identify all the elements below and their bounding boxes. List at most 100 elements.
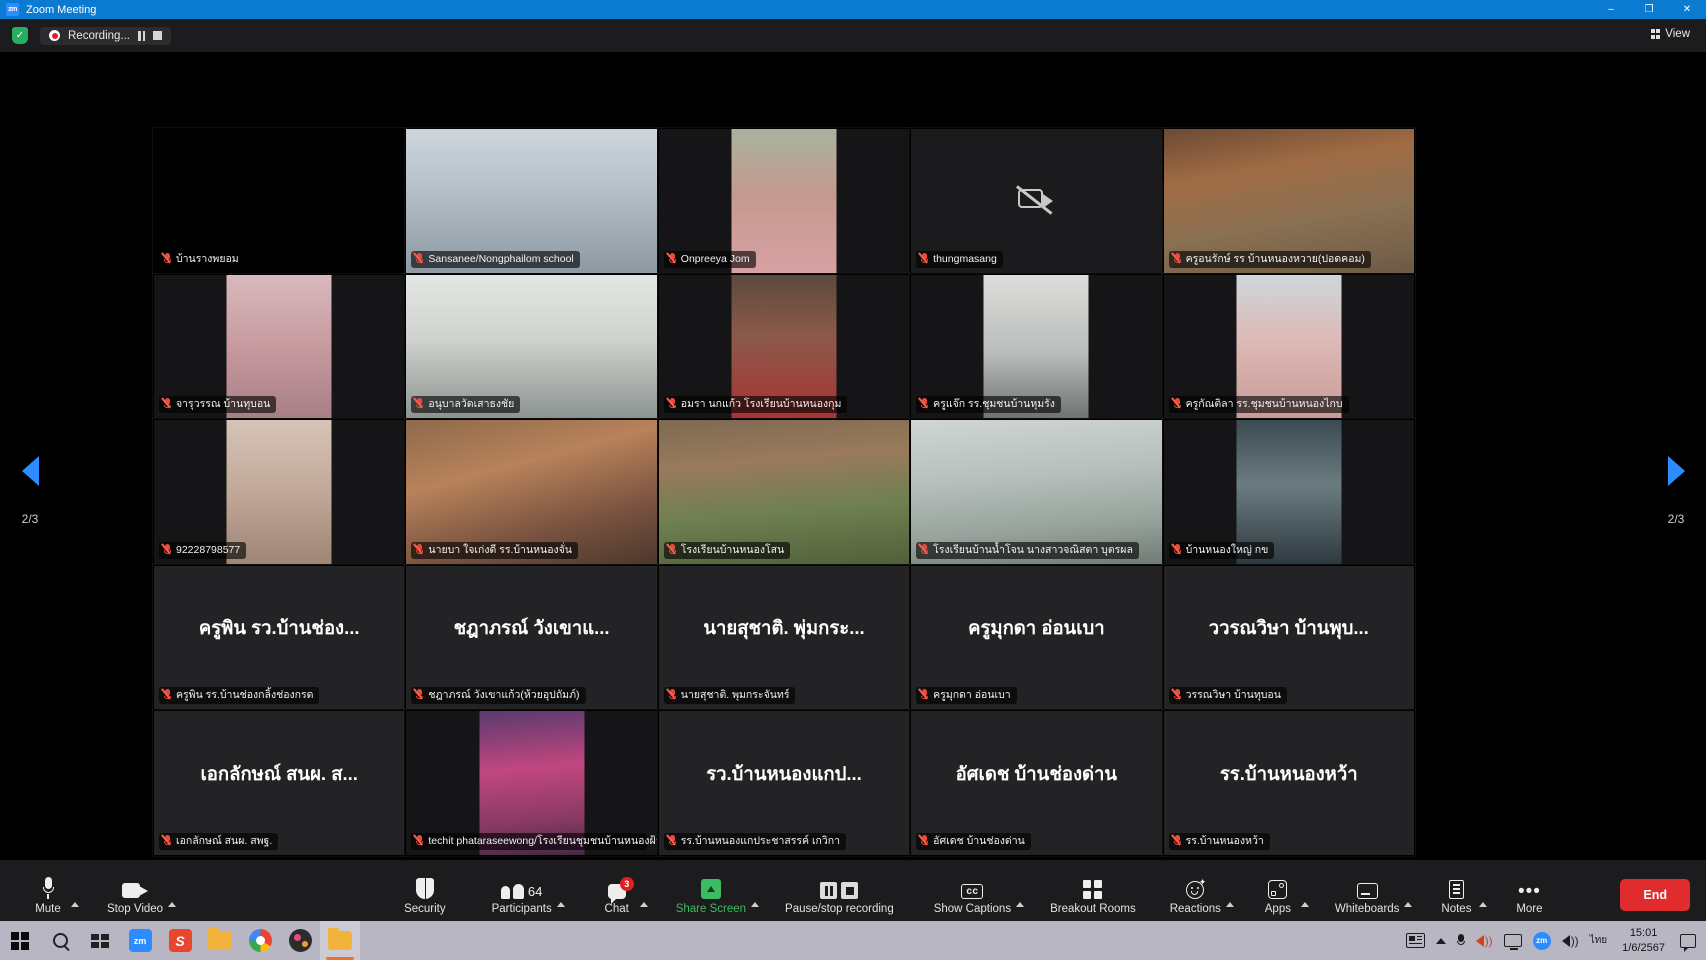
clock[interactable]: 15:01 1/6/2567 xyxy=(1622,926,1665,955)
language-indicator[interactable]: ไทย xyxy=(1590,933,1607,948)
security-button[interactable]: Security xyxy=(396,867,454,923)
windows-start-icon[interactable] xyxy=(0,921,40,960)
participant-name: โรงเรียนบ้านหนองโสน xyxy=(680,543,785,556)
taskbar-folder-active-icon[interactable] xyxy=(320,921,360,960)
end-meeting-button[interactable]: End xyxy=(1620,879,1690,911)
participant-tile[interactable]: จารุวรรณ บ้านทุบอน xyxy=(151,272,407,421)
taskbar-chrome-icon[interactable] xyxy=(240,921,280,960)
share-screen-button[interactable]: Share Screen xyxy=(668,867,754,923)
view-button[interactable]: View xyxy=(1645,26,1696,42)
participant-tile[interactable]: บ้านรางพยอม xyxy=(151,127,407,275)
participant-name-badge: อมรา นกแก้ว โรงเรียนบ้านหนองกุม xyxy=(663,396,848,414)
participant-tile[interactable]: นายสุชาติ. พุ่มกระ... นายสุชาติ. พุมกระจั… xyxy=(656,563,912,712)
notification-icon[interactable] xyxy=(1680,933,1696,952)
mute-button[interactable]: Mute xyxy=(22,867,74,923)
shield-check-icon[interactable]: ✓ xyxy=(12,27,28,44)
participant-tile[interactable]: Sansanee/Nongphailom school xyxy=(404,127,659,275)
chat-button[interactable]: 3 Chat xyxy=(591,867,643,923)
reactions-button[interactable]: ✦ Reactions xyxy=(1162,867,1229,923)
participants-button[interactable]: 64 Participants xyxy=(484,867,560,923)
share-chevron-icon[interactable] xyxy=(751,901,760,907)
participant-tile[interactable]: โรงเรียนบ้านหนองโสน xyxy=(656,418,912,566)
whiteboards-button[interactable]: Whiteboards xyxy=(1327,867,1408,923)
participant-tile[interactable]: รว.บ้านหนองแกป... รร.บ้านหนองแกประชาสรรค์… xyxy=(656,709,912,857)
captions-chevron-icon[interactable] xyxy=(1016,901,1025,907)
participant-tile[interactable]: นายบา ใจเก่งดี รร.บ้านหนองจั่น xyxy=(404,418,659,566)
close-button[interactable]: ✕ xyxy=(1668,0,1706,19)
mic-muted-icon xyxy=(413,834,424,847)
apps-chevron-icon[interactable] xyxy=(1300,901,1309,907)
chevron-right-icon[interactable] xyxy=(1667,456,1685,486)
taskbar-file-explorer-icon[interactable] xyxy=(200,921,240,960)
mic-muted-icon xyxy=(666,688,677,701)
participant-tile[interactable]: โรงเรียนบ้านน้ำโจน นางสาวจณิสตา บุตรผล xyxy=(909,418,1164,566)
stop-icon[interactable] xyxy=(153,31,163,40)
participant-tile[interactable]: บ้านหนองใหญ่ กข xyxy=(1161,418,1416,566)
chevron-left-icon[interactable] xyxy=(21,456,39,486)
participant-display-name: อัศเดช บ้านช่องด่าน xyxy=(955,763,1118,785)
chevron-up-icon[interactable] xyxy=(1435,937,1446,944)
zoom-tray-icon[interactable]: zm xyxy=(1532,931,1551,950)
participant-name: Sansanee/Nongphailom school xyxy=(428,252,574,265)
participant-name-badge: ครูอนรักษ์ รร บ้านหนองหวาย(ปอดคอม) xyxy=(1168,250,1371,268)
participant-tile[interactable]: อมรา นกแก้ว โรงเรียนบ้านหนองกุม xyxy=(656,272,912,421)
participant-tile[interactable]: Onpreeya Jom xyxy=(656,127,912,275)
stop-icon[interactable] xyxy=(841,882,859,899)
participant-tile[interactable]: อัศเดช บ้านช่องด่าน อัศเดช บ้านช่องด่าน xyxy=(909,709,1164,857)
participant-name-badge: โรงเรียนบ้านหนองโสน xyxy=(663,541,791,559)
participant-tile[interactable]: thungmasang xyxy=(909,127,1164,275)
participant-name-badge: อนุบาลวัดเสาธงชัย xyxy=(411,396,521,414)
notes-chevron-icon[interactable] xyxy=(1479,901,1488,907)
taskbar-media-app-icon[interactable] xyxy=(280,921,320,960)
participant-tile[interactable]: เอกลักษณ์ สนผ. ส... เอกลักษณ์ สนผ. สพฐ. xyxy=(151,709,407,857)
search-icon[interactable] xyxy=(40,921,80,960)
speaker-active-icon[interactable]: )) xyxy=(1475,934,1493,948)
mic-muted-icon xyxy=(666,251,677,265)
maximize-button[interactable]: ❐ xyxy=(1630,0,1668,19)
video-options-chevron-icon[interactable] xyxy=(168,901,177,907)
pause-icon[interactable] xyxy=(820,882,838,899)
pause-stop-recording-button[interactable]: Pause/stop recording xyxy=(777,867,902,923)
more-button[interactable]: ••• More xyxy=(1503,867,1555,923)
breakout-rooms-button[interactable]: Breakout Rooms xyxy=(1042,867,1144,923)
task-view-icon[interactable] xyxy=(80,921,120,960)
display-icon[interactable] xyxy=(1503,934,1522,950)
participant-tile[interactable]: ครูแจ๊ก รร.ชุมชนบ้านหุมรัง xyxy=(909,272,1164,421)
taskbar-zoom-icon[interactable]: zm xyxy=(120,921,160,960)
participant-tile[interactable]: รร.บ้านหนองหว้า รร.บ้านหนองหว้า xyxy=(1161,709,1416,857)
taskbar-s-app-icon[interactable]: S xyxy=(160,921,200,960)
participant-tile[interactable]: techit phataraseewong/โรงเรียนชุมชนบ้านห… xyxy=(404,709,659,857)
participant-name: อมรา นกแก้ว โรงเรียนบ้านหนองกุม xyxy=(680,398,842,411)
participant-tile[interactable]: ครูกัณติลา รร.ชุมชนบ้านหนองไกบ xyxy=(1161,272,1416,421)
participant-tile[interactable]: ครูมุกดา อ่อนเบา ครูมุกดา อ่อนเบา xyxy=(909,563,1164,712)
participant-tile[interactable]: ครูพิน รว.บ้านช่อง... ครูพิน รร.บ้านช่องก… xyxy=(151,563,407,712)
reactions-chevron-icon[interactable] xyxy=(1225,901,1234,907)
audio-options-chevron-icon[interactable] xyxy=(71,901,79,907)
participant-name-badge: ครูแจ๊ก รร.ชุมชนบ้านหุมรัง xyxy=(916,396,1061,414)
minimize-button[interactable]: – xyxy=(1592,0,1630,19)
mic-muted-icon xyxy=(666,834,677,847)
participant-display-name: ชฎาภรณ์ วังเขาแ... xyxy=(453,617,610,639)
participant-tile[interactable]: ววรณวิษา บ้านพุบ... วรรณวิษา บ้านทุบอน xyxy=(1161,563,1416,712)
volume-icon[interactable]: )) xyxy=(1561,934,1579,948)
participant-display-name: นายสุชาติ. พุ่มกระ... xyxy=(703,617,865,639)
microphone-icon[interactable] xyxy=(1456,933,1465,948)
participant-tile[interactable]: ชฎาภรณ์ วังเขาแ... ชฎาภรณ์ วังเขาแก้ว(ห้ว… xyxy=(404,563,659,712)
notes-button[interactable]: Notes xyxy=(1430,867,1482,923)
previous-page-control[interactable]: 2/3 xyxy=(0,52,60,930)
pause-icon[interactable] xyxy=(138,30,146,41)
apps-button[interactable]: Apps xyxy=(1252,867,1304,923)
stop-video-button[interactable]: Stop Video xyxy=(99,867,171,923)
show-captions-button[interactable]: cc Show Captions xyxy=(926,867,1019,923)
participant-tile[interactable]: 92228798577 xyxy=(151,418,407,566)
participant-tile[interactable]: ครูอนรักษ์ รร บ้านหนองหวาย(ปอดคอม) xyxy=(1161,127,1416,275)
participant-tile[interactable]: อนุบาลวัดเสาธงชัย xyxy=(404,272,659,421)
next-page-control[interactable]: 2/3 xyxy=(1646,52,1706,930)
mute-label: Mute xyxy=(35,903,61,915)
news-weather-icon[interactable] xyxy=(1405,933,1425,948)
chat-chevron-icon[interactable] xyxy=(639,901,648,907)
breakout-rooms-icon xyxy=(1083,875,1103,899)
participant-display-name: เอกลักษณ์ สนผ. ส... xyxy=(200,763,358,785)
participants-chevron-icon[interactable] xyxy=(556,901,565,907)
whiteboards-chevron-icon[interactable] xyxy=(1404,901,1413,907)
